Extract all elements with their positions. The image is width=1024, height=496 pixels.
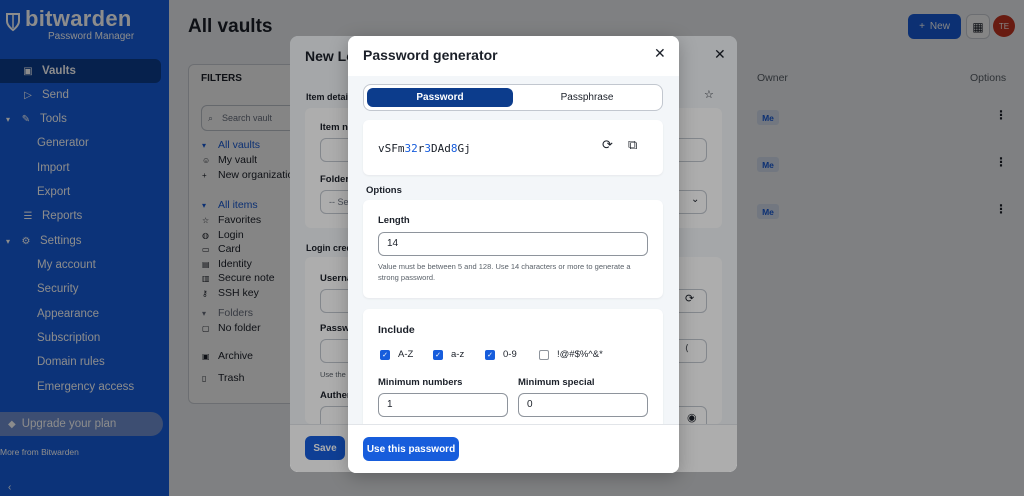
regenerate-icon[interactable]: ⟳	[602, 137, 613, 153]
tab-passphrase[interactable]: Passphrase	[514, 88, 660, 107]
min-special-label: Minimum special	[518, 377, 595, 388]
length-label: Length	[378, 215, 410, 226]
copy-icon[interactable]: ⧉	[628, 137, 637, 153]
check-icon: ✓	[380, 349, 390, 360]
check-icon: ✓	[433, 349, 443, 360]
length-hint: Value must be between 5 and 128. Use 14 …	[378, 262, 631, 282]
generated-password: vSFm32r3DAd8Gj	[378, 142, 471, 155]
length-card: Length 14 Value must be between 5 and 12…	[363, 200, 663, 298]
close-icon[interactable]: ✕	[654, 45, 666, 62]
use-this-password-button[interactable]: Use this password	[363, 437, 459, 461]
generated-password-card: vSFm32r3DAd8Gj ⟳ ⧉	[363, 120, 663, 175]
dialog-header: Password generator ✕	[348, 36, 679, 76]
min-numbers-label: Minimum numbers	[378, 377, 463, 388]
dialog-footer: Use this password	[348, 424, 679, 473]
checkbox-special[interactable]: !@#$%^&*	[539, 349, 603, 360]
generator-type-toggle: Password Passphrase	[363, 84, 663, 111]
sidebar: bitwarden Password Manager ▣ Vaults ▷ Se…	[0, 0, 169, 496]
include-heading: Include	[378, 324, 415, 336]
checkbox-lowercase[interactable]: ✓ a-z	[433, 349, 464, 360]
password-generator-dialog: Password generator ✕ Password Passphrase…	[348, 36, 679, 473]
include-card: Include ✓ A-Z ✓ a-z ✓ 0-9 !@#$%^&* Minimum …	[363, 309, 663, 439]
length-input[interactable]: 14	[378, 232, 648, 256]
min-numbers-input[interactable]: 1	[378, 393, 508, 417]
checkbox-uppercase[interactable]: ✓ A-Z	[380, 349, 413, 360]
checkbox-numbers[interactable]: ✓ 0-9	[485, 349, 517, 360]
sidebar-overlay	[0, 0, 169, 496]
options-heading: Options	[366, 185, 402, 196]
tab-password[interactable]: Password	[367, 88, 513, 107]
dialog-title: Password generator	[363, 47, 498, 63]
check-icon: ✓	[485, 349, 495, 360]
min-special-input[interactable]: 0	[518, 393, 648, 417]
